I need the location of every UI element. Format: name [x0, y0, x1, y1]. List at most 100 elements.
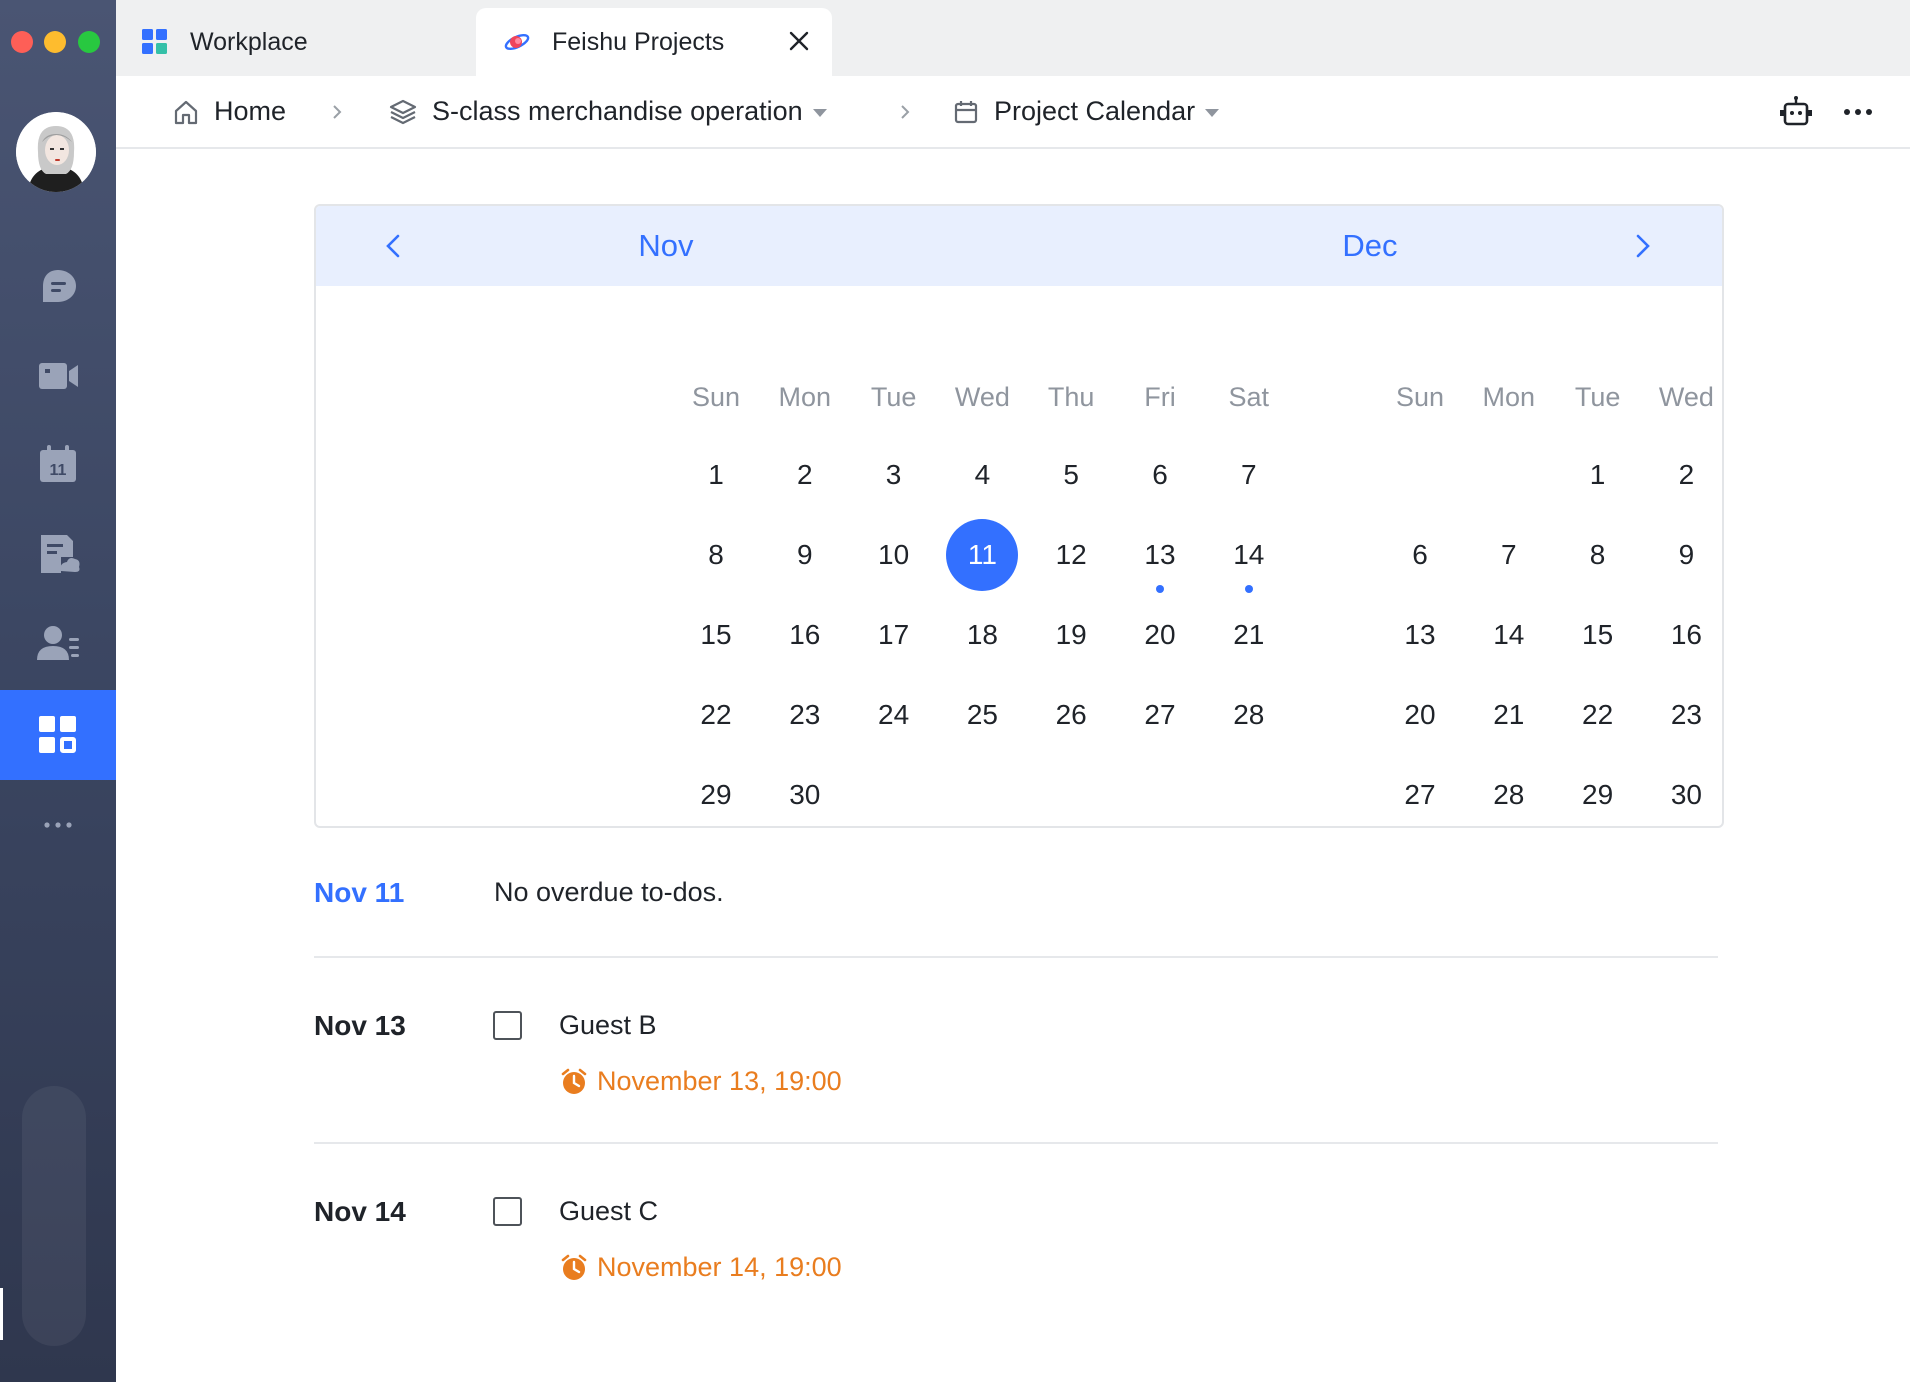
calendar-day[interactable]: 22	[1562, 679, 1634, 751]
weekday-header: Sun	[691, 382, 741, 412]
more-options-icon[interactable]	[1840, 94, 1876, 130]
calendar-day[interactable]: 8	[680, 519, 752, 591]
calendar-day[interactable]: 4	[946, 439, 1018, 511]
calendar-header: Nov Dec	[316, 206, 1722, 286]
calendar-day[interactable]: 23	[769, 679, 841, 751]
calendar-day[interactable]: 30	[769, 759, 841, 826]
calendar-day[interactable]: 1	[1562, 439, 1634, 511]
calendar-day[interactable]: 22	[680, 679, 752, 751]
calendar-day[interactable]: 15	[1562, 599, 1634, 671]
task-due-time: November 13, 19:00	[559, 1066, 842, 1097]
weekday-header: Tue	[870, 382, 917, 412]
home-icon	[174, 100, 198, 124]
calendar-day[interactable]: 26	[1035, 679, 1107, 751]
calendar-day[interactable]: 21	[1213, 599, 1285, 671]
calendar-day[interactable]: 17	[858, 599, 930, 671]
calendar-day[interactable]: 2	[769, 439, 841, 511]
workplace-icon[interactable]	[0, 690, 116, 780]
chat-icon[interactable]	[0, 242, 116, 332]
avatar[interactable]	[16, 112, 96, 192]
calendar-day[interactable]: 30	[1650, 759, 1722, 826]
alarm-clock-icon	[561, 1254, 587, 1280]
breadcrumb-project-label: S-class merchandise operation	[432, 96, 803, 126]
calendar-day[interactable]: 19	[1035, 599, 1107, 671]
calendar-day[interactable]: 23	[1650, 679, 1722, 751]
chevron-right-icon	[896, 76, 914, 147]
calendar-icon	[954, 100, 978, 123]
calendar-day[interactable]: 12	[1035, 519, 1107, 591]
task-title[interactable]: Guest C	[559, 1196, 658, 1227]
video-icon[interactable]	[0, 331, 116, 421]
tab-workplace[interactable]: Workplace	[140, 8, 490, 76]
calendar-day[interactable]: 6	[1124, 439, 1196, 511]
weekday-header: Mon	[778, 382, 832, 412]
calendar-day-selected[interactable]: 11	[946, 519, 1019, 591]
calendar-day[interactable]: 13	[1384, 599, 1456, 671]
calendar-day[interactable]: 20	[1124, 599, 1196, 671]
calendar-day[interactable]: 15	[680, 599, 752, 671]
calendar-day[interactable]: 5	[1035, 439, 1107, 511]
minimize-window-button[interactable]	[44, 31, 66, 53]
task-title[interactable]: Guest B	[559, 1010, 657, 1041]
calendar-day[interactable]: 16	[769, 599, 841, 671]
breadcrumb-home[interactable]: Home	[172, 76, 286, 147]
calendar-day[interactable]: 9	[769, 519, 841, 591]
close-window-button[interactable]	[11, 31, 33, 53]
agenda-date: Nov 11	[314, 877, 405, 908]
divider	[314, 1142, 1718, 1144]
calendar-day[interactable]: 28	[1473, 759, 1545, 826]
calendar-day[interactable]: 9	[1650, 519, 1722, 591]
calendar-day[interactable]: 21	[1473, 679, 1545, 751]
task-checkbox[interactable]	[493, 1197, 522, 1226]
task-due-time: November 14, 19:00	[559, 1252, 842, 1283]
calendar-day[interactable]: 6	[1384, 519, 1456, 591]
agenda-date: Nov 13	[314, 1010, 406, 1041]
close-tab-icon[interactable]	[786, 28, 812, 54]
calendar-day[interactable]: 28	[1213, 679, 1285, 751]
tab-label: Feishu Projects	[552, 27, 725, 56]
contacts-icon[interactable]	[0, 598, 116, 688]
previous-month-button[interactable]	[376, 228, 412, 264]
calendar-day[interactable]: 18	[946, 599, 1018, 671]
weekday-header: Tue	[1574, 382, 1621, 412]
calendar-day[interactable]: 7	[1213, 439, 1285, 511]
calendar-day[interactable]: 2	[1650, 439, 1722, 511]
more-icon[interactable]	[0, 780, 116, 870]
calendar-day[interactable]: 29	[680, 759, 752, 826]
workplace-icon	[140, 27, 170, 57]
resize-handle[interactable]	[0, 1288, 3, 1340]
next-month-button[interactable]	[1624, 228, 1660, 264]
bot-icon[interactable]	[1778, 94, 1814, 130]
weekday-header: Sat	[1228, 382, 1270, 412]
weekday-header: Wed	[954, 382, 1010, 412]
calendar-day[interactable]: 3	[858, 439, 930, 511]
calendar-day[interactable]: 27	[1124, 679, 1196, 751]
calendar-day[interactable]: 14	[1473, 599, 1545, 671]
breadcrumb-project[interactable]: S-class merchandise operation	[388, 76, 827, 147]
calendar-day[interactable]: 8	[1562, 519, 1634, 591]
calendar-day[interactable]: 20	[1384, 679, 1456, 751]
calendar-day[interactable]: 25	[946, 679, 1018, 751]
calendar-day[interactable]: 10	[858, 519, 930, 591]
calendar-day[interactable]: 13	[1124, 519, 1196, 591]
tab-feishu-projects[interactable]: Feishu Projects	[476, 8, 832, 76]
tab-bar: Workplace Feishu Projects	[116, 0, 1910, 76]
breadcrumb-view[interactable]: Project Calendar	[952, 76, 1220, 147]
calendar-day[interactable]: 14	[1213, 519, 1285, 591]
calendar-icon[interactable]: 11	[0, 420, 116, 510]
task-checkbox[interactable]	[493, 1011, 522, 1040]
calendar-day[interactable]: 27	[1384, 759, 1456, 826]
event-indicator-dot	[1156, 585, 1164, 593]
app-sidebar: 11	[0, 0, 116, 1382]
calendar-day[interactable]: 16	[1650, 599, 1722, 671]
layers-icon	[389, 99, 417, 124]
svg-text:11: 11	[50, 462, 67, 479]
calendar-day[interactable]: 29	[1562, 759, 1634, 826]
calendar-day[interactable]: 7	[1473, 519, 1545, 591]
calendar-day[interactable]: 24	[858, 679, 930, 751]
month-title-left: Nov	[638, 228, 694, 263]
docs-icon[interactable]	[0, 509, 116, 599]
calendar-day[interactable]: 1	[680, 439, 752, 511]
tab-label: Workplace	[190, 27, 308, 56]
zoom-window-button[interactable]	[78, 31, 100, 53]
